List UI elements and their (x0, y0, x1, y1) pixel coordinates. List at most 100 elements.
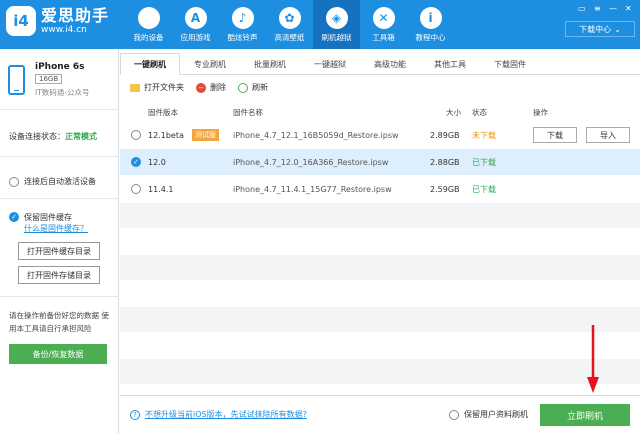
empty-row (120, 203, 640, 229)
refresh-icon (238, 82, 248, 93)
nav-item-2[interactable]: ♪ 酷炫铃声 (219, 0, 266, 49)
keep-cache-option[interactable]: ✓ 保留固件缓存 什么是固件缓存？ (9, 212, 88, 234)
refresh-button[interactable]: 刷新 (238, 82, 268, 93)
open-folder-label: 打开文件夹 (144, 83, 184, 92)
keep-cache-link[interactable]: 什么是固件缓存？ (24, 223, 88, 234)
import-button[interactable]: 导入 (586, 127, 630, 143)
app-logo: i4 爱思助手 www.i4.cn (6, 6, 109, 36)
erase-question[interactable]: ? 不想升级当前iOS版本，先试试抹除所有数据? (130, 409, 307, 420)
sidebar: iPhone 6s 16GB IT数码通-公众号 设备连接状态：正常模式 连接后… (0, 49, 119, 434)
nav-item-0[interactable]: 我的设备 (125, 0, 172, 49)
footer-bar: ? 不想升级当前iOS版本，先试试抹除所有数据? 保留用户资料刷机 立即刷机 (120, 395, 640, 434)
tab-2[interactable]: 批量刷机 (240, 53, 300, 75)
red-arrow-annotation (587, 325, 599, 393)
nav-label: 刷机越狱 (321, 32, 352, 42)
table-row[interactable]: 11.4.1 iPhone_4.7_11.4.1_15G77_Restore.ip… (120, 176, 640, 203)
menu-icon[interactable]: ≡ (594, 4, 601, 13)
row-status: 未下载 (472, 130, 496, 140)
row-version: 12.0 (148, 157, 166, 167)
nav-label: 教程中心 (415, 32, 446, 42)
apple-icon (137, 6, 160, 29)
header-status: 状态 (472, 108, 487, 117)
device-subtitle: IT数码通-公众号 (35, 88, 90, 97)
tab-bar: 一键刷机 专业刷机 批量刷机 一键越狱 高级功能 其他工具 下载固件 (120, 53, 640, 75)
header-name: 固件名称 (233, 108, 263, 117)
connection-status: 设备连接状态：正常模式 (9, 131, 97, 142)
delete-icon: − (196, 82, 206, 93)
chevron-down-icon: ⌄ (614, 24, 621, 34)
keep-data-label: 保留用户资料刷机 (464, 410, 528, 419)
header-version: 固件版本 (148, 108, 178, 117)
radio-icon[interactable] (449, 409, 459, 420)
open-storage-dir-button[interactable]: 打开固件存储目录 (18, 266, 100, 284)
row-version: 12.1beta (148, 130, 184, 140)
nav-item-5[interactable]: ✕ 工具箱 (360, 0, 407, 49)
download-button[interactable]: 下载 (533, 127, 577, 143)
row-status: 已下载 (472, 157, 496, 167)
header-size: 大小 (446, 108, 461, 117)
table-header: 固件版本 固件名称 大小 状态 操作 (120, 105, 640, 120)
nav-item-4[interactable]: ◈ 刷机越狱 (313, 0, 360, 49)
main-nav: 我的设备 A 应用游戏 ♪ 酷炫铃声 ✿ 高清壁纸 ◈ 刷机越狱 ✕ 工具箱 i 教程中心 (125, 0, 454, 49)
info-icon: i (419, 6, 442, 29)
tab-1[interactable]: 专业刷机 (180, 53, 240, 75)
empty-row (120, 307, 640, 333)
minimize-icon[interactable]: — (609, 4, 617, 13)
download-center-button[interactable]: 下载中心 ⌄ (565, 21, 635, 37)
top-bar: i4 爱思助手 www.i4.cn 我的设备 A 应用游戏 ♪ 酷炫铃声 ✿ 高清壁纸 ◈ 刷机… (0, 0, 640, 49)
device-capacity: 16GB (35, 74, 63, 84)
open-folder-button[interactable]: 打开文件夹 (130, 82, 184, 93)
skin-icon[interactable]: ▭ (578, 4, 586, 13)
close-icon[interactable]: ✕ (625, 4, 632, 13)
row-radio[interactable]: ✓ (131, 157, 141, 167)
empty-row (120, 359, 640, 385)
app-url: www.i4.cn (41, 24, 87, 35)
logo-mark: i4 (6, 6, 36, 36)
backup-restore-button[interactable]: 备份/恢复数据 (9, 344, 107, 364)
auto-activate-option[interactable]: 连接后自动激活设备 (9, 176, 96, 187)
phone-icon (8, 65, 25, 95)
row-size: 2.89GB (430, 130, 460, 140)
device-name: iPhone 6s (35, 62, 85, 72)
divider (0, 198, 119, 199)
refresh-label: 刷新 (252, 83, 268, 92)
keep-data-option[interactable]: 保留用户资料刷机 (449, 409, 528, 420)
delete-button[interactable]: − 删除 (196, 82, 226, 93)
beta-badge: 测试版 (192, 129, 219, 141)
table-row[interactable]: 12.1beta 测试版 iPhone_4.7_12.1_16B5059d_Rest… (120, 122, 640, 149)
folder-icon (130, 83, 140, 92)
row-radio[interactable] (131, 130, 141, 140)
tab-4[interactable]: 高级功能 (360, 53, 420, 75)
empty-row (120, 281, 640, 307)
firmware-table: 12.1beta 测试版 iPhone_4.7_12.1_16B5059d_Rest… (120, 122, 640, 411)
tab-3[interactable]: 一键越狱 (300, 53, 360, 75)
risk-note: 请在操作前备份好您的数据 使用本工具请自行承担风险 (9, 311, 109, 333)
tab-6[interactable]: 下载固件 (480, 53, 540, 75)
empty-row (120, 333, 640, 359)
nav-item-1[interactable]: A 应用游戏 (172, 0, 219, 49)
device-card: iPhone 6s 16GB IT数码通-公众号 (8, 62, 90, 98)
status-value: 正常模式 (65, 132, 97, 141)
flower-icon: ✿ (278, 6, 301, 29)
nav-item-6[interactable]: i 教程中心 (407, 0, 454, 49)
erase-question-link[interactable]: 不想升级当前iOS版本，先试试抹除所有数据? (145, 409, 307, 420)
header-action: 操作 (533, 108, 548, 117)
row-status: 已下载 (472, 184, 496, 194)
delete-label: 删除 (210, 83, 226, 92)
check-icon[interactable]: ✓ (9, 212, 19, 222)
nav-item-3[interactable]: ✿ 高清壁纸 (266, 0, 313, 49)
keep-cache-label: 保留固件缓存 (24, 213, 72, 222)
table-row[interactable]: ✓ 12.0 iPhone_4.7_12.0_16A366_Restore.ipsw… (120, 149, 640, 176)
tab-0[interactable]: 一键刷机 (120, 53, 180, 75)
app-name: 爱思助手 (41, 5, 110, 25)
toolbar: 打开文件夹 − 删除 刷新 (130, 82, 280, 93)
row-radio[interactable] (131, 184, 141, 194)
open-cache-dir-button[interactable]: 打开固件缓存目录 (18, 242, 100, 260)
flash-now-button[interactable]: 立即刷机 (540, 404, 630, 426)
radio-icon[interactable] (9, 176, 19, 187)
nav-label: 工具箱 (372, 32, 395, 42)
tab-5[interactable]: 其他工具 (420, 53, 480, 75)
nav-label: 高清壁纸 (274, 32, 305, 42)
row-filename: iPhone_4.7_11.4.1_15G77_Restore.ipsw (233, 184, 392, 194)
app-store-icon: A (184, 6, 207, 29)
